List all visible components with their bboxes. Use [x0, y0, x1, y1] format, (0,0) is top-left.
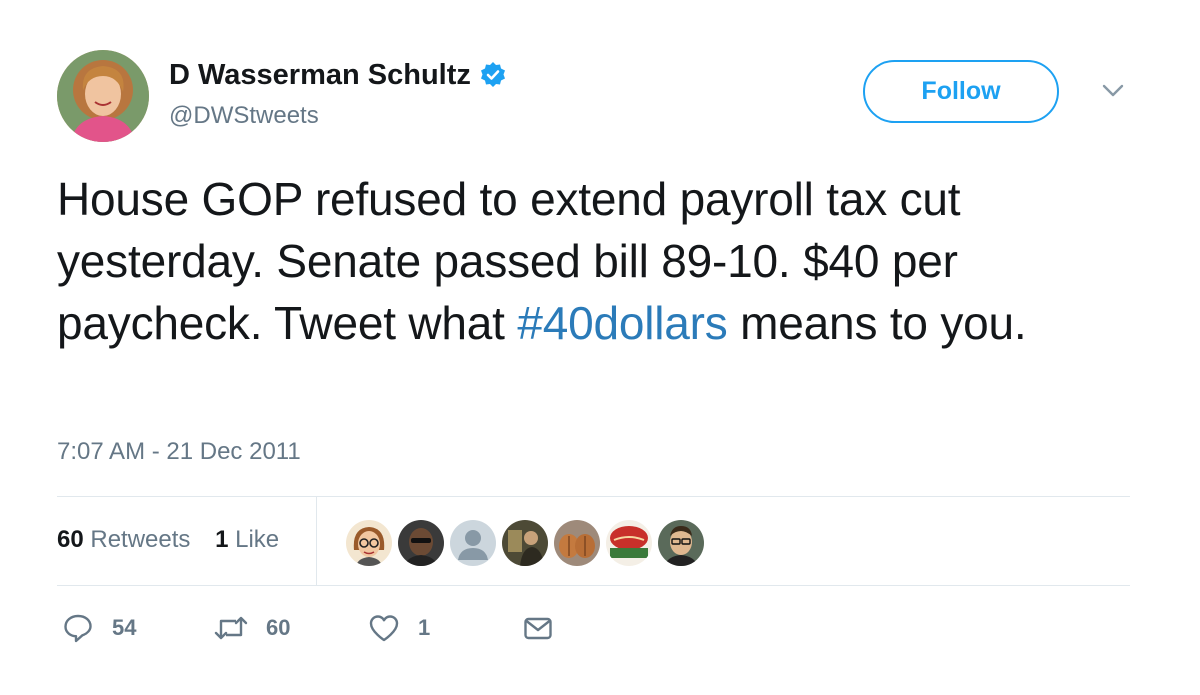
verified-badge-icon	[479, 61, 507, 89]
reply-action[interactable]: 54	[62, 612, 136, 644]
liker-avatar[interactable]	[604, 518, 654, 568]
retweet-count: 60	[266, 615, 291, 640]
liker-avatar[interactable]	[656, 518, 706, 568]
liker-avatar[interactable]	[448, 518, 498, 568]
reply-count: 54	[112, 615, 137, 640]
tweet-header: D Wasserman Schultz @DWStweets Follow	[57, 50, 1147, 145]
likes-label: Like	[235, 526, 280, 553]
hashtag-link[interactable]: #40dollars	[517, 297, 727, 349]
stats-vertical-divider	[316, 497, 317, 585]
envelope-icon	[522, 612, 554, 644]
follow-button[interactable]: Follow	[863, 60, 1059, 123]
tweet-text: House GOP refused to extend payroll tax …	[57, 168, 1147, 354]
chevron-down-icon[interactable]	[1101, 83, 1125, 99]
author-handle[interactable]: @DWStweets	[169, 102, 507, 130]
tweet-stats: 60 Retweets 1 Like	[57, 526, 279, 554]
liker-avatar[interactable]	[500, 518, 550, 568]
tweet-card: D Wasserman Schultz @DWStweets Follow Ho…	[0, 0, 1200, 695]
liker-avatar[interactable]	[396, 518, 446, 568]
reply-icon	[62, 612, 94, 644]
tweet-text-after: means to you.	[727, 297, 1027, 349]
likes-count: 1	[215, 526, 229, 553]
tweet-timestamp[interactable]: 7:07 AM - 21 Dec 2011	[57, 438, 301, 466]
retweets-stat[interactable]: 60 Retweets	[57, 526, 190, 554]
retweets-label: Retweets	[90, 526, 191, 553]
retweet-icon	[214, 612, 248, 644]
divider-bottom	[57, 585, 1130, 586]
divider-top	[57, 496, 1130, 497]
author-names: D Wasserman Schultz @DWStweets	[169, 58, 507, 130]
liker-avatar[interactable]	[552, 518, 602, 568]
retweet-action[interactable]: 60	[214, 612, 290, 644]
like-count: 1	[418, 615, 431, 640]
direct-message-action[interactable]	[522, 612, 554, 644]
liker-avatar[interactable]	[344, 518, 394, 568]
likes-stat[interactable]: 1 Like	[215, 526, 279, 554]
author-avatar[interactable]	[57, 50, 149, 142]
heart-icon	[368, 612, 400, 644]
author-display-name-row[interactable]: D Wasserman Schultz	[169, 58, 507, 92]
like-action[interactable]: 1	[368, 612, 430, 644]
retweets-count: 60	[57, 526, 84, 553]
author-display-name[interactable]: D Wasserman Schultz	[169, 58, 471, 92]
